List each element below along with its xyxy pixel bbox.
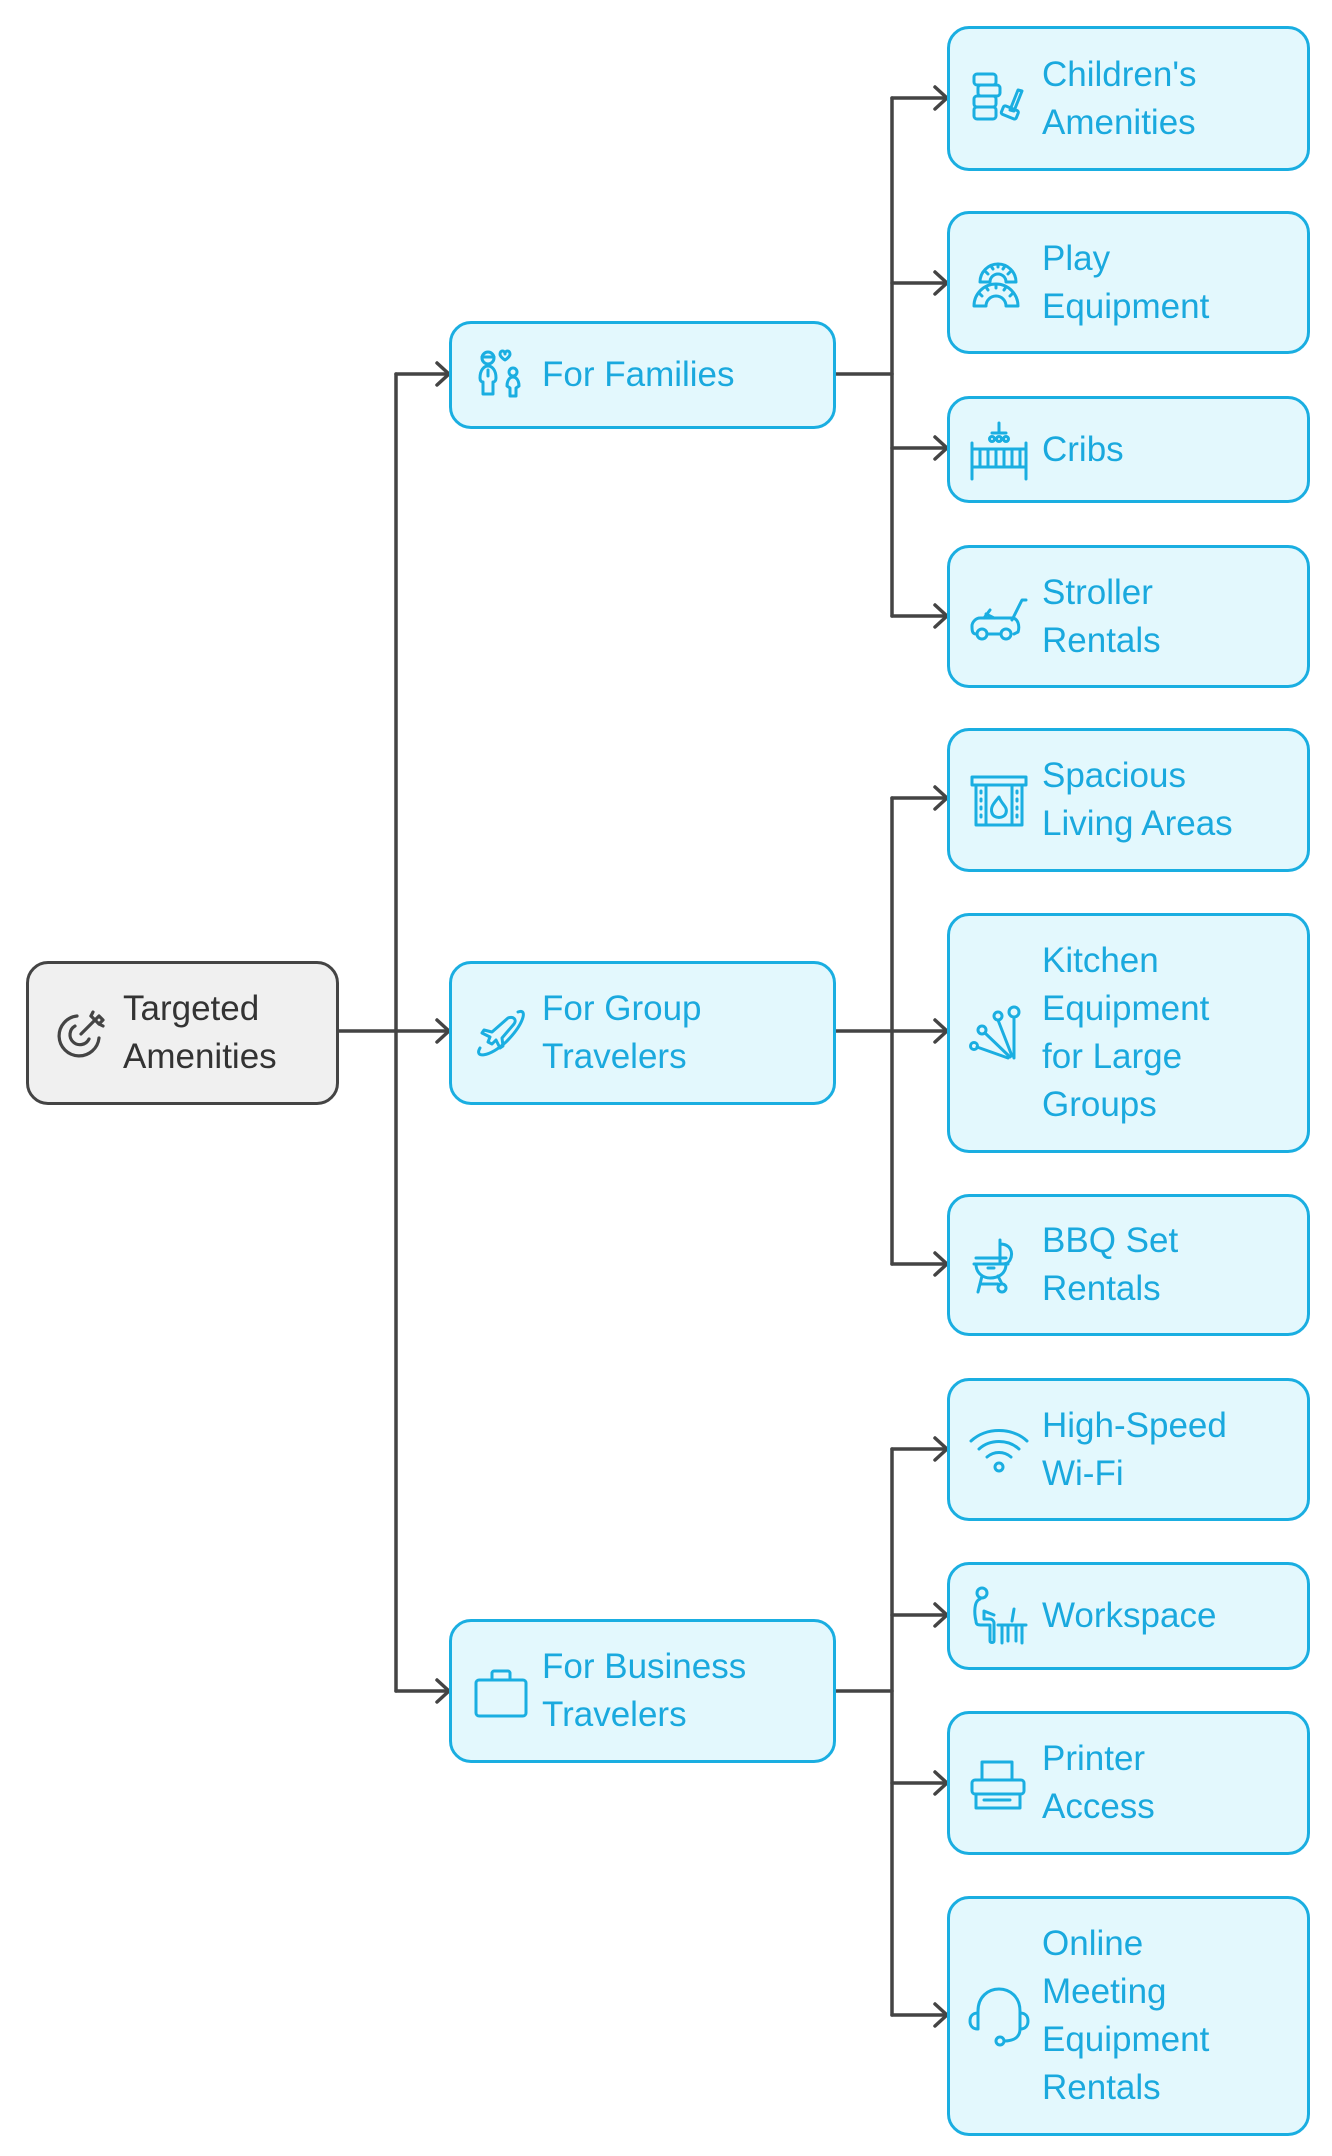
plane-orbit-icon: [470, 1002, 532, 1064]
leaf-childrens-amenities[interactable]: Children's Amenities: [947, 26, 1310, 171]
family-icon: [470, 344, 532, 406]
wifi-icon: [968, 1419, 1030, 1481]
leaf-printer-access[interactable]: Printer Access: [947, 1711, 1310, 1855]
category-label: For Families: [542, 355, 735, 394]
briefcase-icon: [470, 1660, 532, 1722]
leaf-label: BBQ Set Rentals: [1042, 1221, 1179, 1308]
leaf-online-meeting-equipment[interactable]: Online Meeting Equipment Rentals: [947, 1896, 1310, 2136]
toy-blocks-icon: [968, 68, 1030, 130]
play-dome-icon: [968, 252, 1030, 314]
leaf-label: Spacious Living Areas: [1042, 756, 1233, 843]
category-label: For Business Travelers: [542, 1647, 747, 1734]
stroller-icon: [968, 586, 1030, 648]
leaf-label: Children's Amenities: [1042, 54, 1197, 142]
headset-icon: [968, 1985, 1030, 2047]
leaf-play-equipment[interactable]: Play Equipment: [947, 211, 1310, 354]
leaf-label: Stroller Rentals: [1042, 572, 1161, 660]
root-label: Targeted Amenities: [123, 989, 277, 1076]
category-families[interactable]: For Families: [449, 321, 836, 429]
leaf-spacious-living-areas[interactable]: Spacious Living Areas: [947, 728, 1310, 872]
leaf-label: Cribs: [1042, 429, 1124, 469]
kitchen-utensils-icon: [968, 1002, 1030, 1064]
leaf-label: High-Speed Wi-Fi: [1042, 1405, 1227, 1493]
leaf-label: Kitchen Equipment for Large Groups: [1042, 941, 1210, 1124]
leaf-kitchen-equipment[interactable]: Kitchen Equipment for Large Groups: [947, 913, 1310, 1153]
category-label: For Group Travelers: [542, 989, 702, 1076]
leaf-cribs[interactable]: Cribs: [947, 396, 1310, 503]
leaf-workspace[interactable]: Workspace: [947, 1562, 1310, 1670]
root-node[interactable]: Targeted Amenities: [26, 961, 339, 1105]
category-business-travelers[interactable]: For Business Travelers: [449, 1619, 836, 1763]
grill-icon: [968, 1234, 1030, 1296]
leaf-label: Workspace: [1042, 1596, 1217, 1635]
crib-icon: [968, 419, 1030, 481]
fireplace-icon: [968, 769, 1030, 831]
leaf-label: Online Meeting Equipment Rentals: [1042, 1924, 1210, 2107]
printer-icon: [968, 1752, 1030, 1814]
target-arrow-icon: [51, 1002, 113, 1064]
category-group-travelers[interactable]: For Group Travelers: [449, 961, 836, 1105]
leaf-high-speed-wifi[interactable]: High-Speed Wi-Fi: [947, 1378, 1310, 1521]
leaf-bbq-set-rentals[interactable]: BBQ Set Rentals: [947, 1194, 1310, 1336]
desk-worker-icon: [968, 1585, 1030, 1647]
leaf-stroller-rentals[interactable]: Stroller Rentals: [947, 545, 1310, 688]
leaf-label: Play Equipment: [1042, 238, 1210, 326]
leaf-label: Printer Access: [1042, 1739, 1155, 1826]
